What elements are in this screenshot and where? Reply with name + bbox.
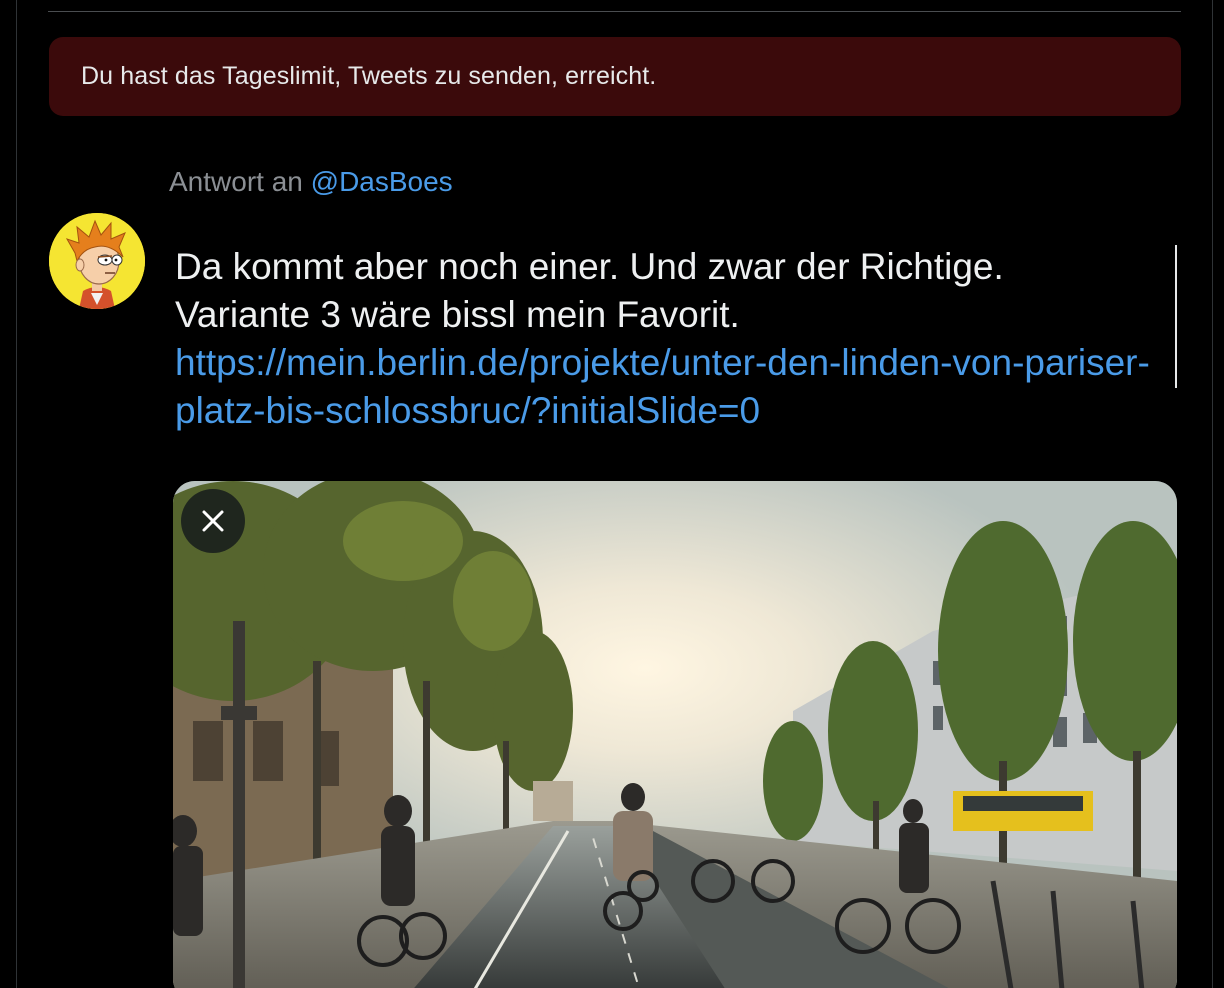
tweet-line: Variante 3 wäre bissl mein Favorit. (175, 294, 740, 335)
tweet-line: Da kommt aber noch einer. Und zwar der R… (175, 246, 1004, 287)
close-icon (202, 510, 224, 532)
reply-context: Antwort an @DasBoes (169, 166, 453, 198)
column-border-left (16, 0, 17, 988)
attached-image[interactable] (173, 481, 1177, 988)
tweet-link[interactable]: https://mein.berlin.de/projekte/unter-de… (175, 339, 1165, 435)
avatar[interactable] (49, 213, 145, 309)
compose-panel: Du hast das Tageslimit, Tweets zu senden… (0, 0, 1224, 988)
reply-prefix: Antwort an (169, 166, 303, 197)
text-cursor (1175, 245, 1177, 388)
alert-text: Du hast das Tageslimit, Tweets zu senden… (81, 62, 657, 90)
avatar-image (49, 213, 145, 309)
remove-media-button[interactable] (181, 489, 245, 553)
tweet-textarea[interactable]: Da kommt aber noch einer. Und zwar der R… (175, 243, 1165, 435)
reply-handle-link[interactable]: @DasBoes (311, 166, 453, 197)
column-border-right (1212, 0, 1213, 988)
divider (48, 11, 1181, 12)
daily-limit-alert: Du hast das Tageslimit, Tweets zu senden… (49, 37, 1181, 116)
street-rendering-image (173, 481, 1177, 988)
